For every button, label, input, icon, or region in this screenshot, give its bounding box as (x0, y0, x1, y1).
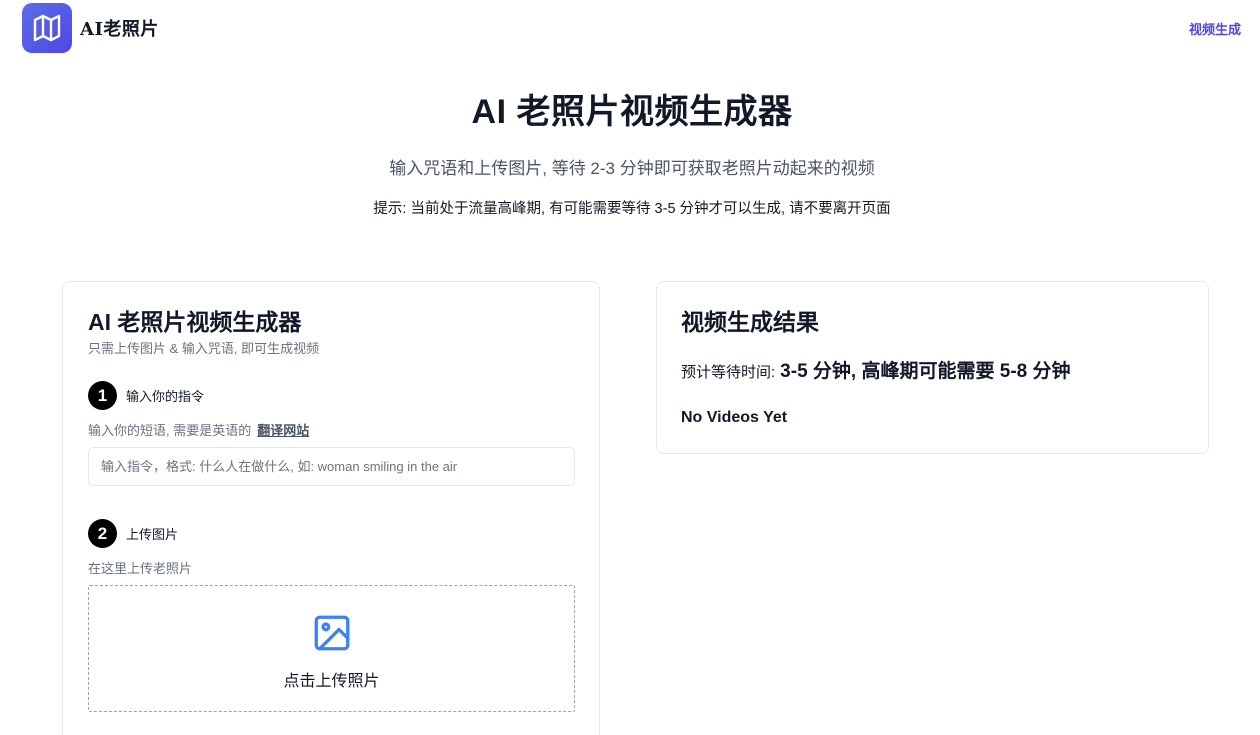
nav-video-generate-link[interactable]: 视频生成 (1189, 19, 1241, 38)
step-1-header: 1 输入你的指令 (88, 381, 204, 410)
step-2-label: 上传图片 (126, 527, 179, 542)
step-2-hint: 在这里上传老照片 (88, 561, 193, 576)
form-card-subtitle: 只需上传图片 & 输入咒语, 即可生成视频 (88, 341, 320, 356)
prompt-input[interactable] (88, 447, 575, 486)
step-1-hint-text: 输入你的短语, 需要是英语的 (88, 423, 252, 438)
step-1-hint: 输入你的短语, 需要是英语的 翻译网站 (88, 420, 309, 439)
step-2-header: 2 上传图片 (88, 519, 178, 548)
image-icon (314, 615, 350, 651)
upload-label: 点击上传照片 (283, 673, 380, 690)
wait-time-label: 预计等待时间: (681, 364, 776, 381)
wait-time-value: 3-5 分钟, 高峰期可能需要 5-8 分钟 (780, 361, 1071, 382)
step-1-number: 1 (88, 381, 117, 410)
page-title: AI 老照片视频生成器 (471, 93, 793, 131)
form-card-title: AI 老照片视频生成器 (88, 309, 302, 335)
map-icon (33, 14, 61, 42)
empty-state-text: No Videos Yet (681, 409, 788, 426)
top-bar: AI老照片 视频生成 (0, 0, 1260, 56)
photo-upload-dropzone[interactable]: 点击上传照片 (88, 585, 575, 712)
brand-name[interactable]: AI老照片 (80, 15, 159, 41)
result-card-title: 视频生成结果 (681, 309, 819, 335)
step-1-label: 输入你的指令 (126, 389, 205, 404)
step-2-number: 2 (88, 519, 117, 548)
page-subtitle: 输入咒语和上传图片, 等待 2-3 分钟即可获取老照片动起来的视频 (389, 159, 875, 178)
result-card: 视频生成结果 预计等待时间: 3-5 分钟, 高峰期可能需要 5-8 分钟 No… (656, 281, 1209, 454)
generator-form-card: AI 老照片视频生成器 只需上传图片 & 输入咒语, 即可生成视频 1 输入你的… (62, 281, 600, 735)
peak-tip: 提示: 当前处于流量高峰期, 有可能需要等待 3-5 分钟才可以生成, 请不要离… (373, 201, 891, 217)
wait-time: 预计等待时间: 3-5 分钟, 高峰期可能需要 5-8 分钟 (681, 356, 1071, 383)
logo[interactable] (22, 3, 72, 53)
translate-site-link[interactable]: 翻译网站 (257, 423, 309, 438)
